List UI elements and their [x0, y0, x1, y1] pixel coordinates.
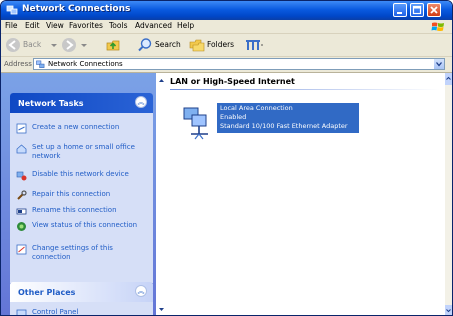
maximize-icon — [412, 5, 422, 15]
address-dropdown-button[interactable] — [434, 59, 444, 69]
menu-file[interactable]: File — [5, 21, 18, 30]
chevron-up-icon — [446, 76, 451, 80]
address-value: Network Connections — [48, 60, 123, 68]
folders-button-label[interactable]: Folders — [207, 40, 234, 49]
network-connections-icon — [36, 60, 45, 68]
task-label: Disable this network device — [32, 170, 129, 178]
search-button-label[interactable]: Search — [155, 40, 181, 49]
task-pane: Network Tasks ︽ Create a new connection … — [1, 73, 156, 316]
connection-status: Enabled — [220, 113, 247, 121]
disable-device-icon — [16, 171, 27, 181]
minimize-button[interactable] — [393, 3, 407, 17]
other-places-title: Other Places — [18, 288, 76, 297]
address-label: Address — [4, 60, 32, 68]
status-icon — [17, 222, 26, 231]
chevron-down-icon — [446, 309, 451, 313]
scroll-down-button[interactable] — [445, 305, 452, 315]
forward-arrow-icon[interactable] — [61, 37, 77, 53]
task-label: Rename this connection — [32, 206, 117, 214]
group-divider — [170, 89, 440, 90]
windows-logo-icon — [431, 22, 444, 31]
close-button[interactable] — [427, 3, 441, 17]
address-field[interactable]: Network Connections — [33, 58, 445, 70]
back-dropdown-icon[interactable] — [49, 37, 59, 53]
network-tasks-panel: Network Tasks ︽ Create a new connection … — [10, 93, 153, 283]
window-title: Network Connections — [22, 4, 131, 14]
menu-tools[interactable]: Tools — [109, 21, 127, 30]
menu-help[interactable]: Help — [177, 21, 194, 30]
back-button-label[interactable]: Back — [23, 40, 41, 49]
pane-scroll-up-icon[interactable] — [158, 77, 165, 84]
window: Network Connections File Edit View Favor… — [0, 0, 453, 316]
network-tasks-header[interactable]: Network Tasks ︽ — [10, 93, 153, 113]
network-connections-icon — [6, 5, 18, 15]
address-bar: Address Network Connections — [1, 57, 452, 73]
folders-icon[interactable] — [189, 37, 205, 53]
place-label: Control Panel — [32, 308, 79, 316]
menu-favorites[interactable]: Favorites — [69, 21, 103, 30]
network-tasks-title: Network Tasks — [18, 99, 84, 108]
connection-name: Local Area Connection — [220, 104, 293, 112]
connection-device: Standard 10/100 Fast Ethernet Adapter — [220, 122, 348, 130]
control-panel-icon — [16, 309, 27, 315]
new-connection-icon — [16, 123, 27, 134]
lan-connection-icon — [183, 107, 208, 140]
menu-edit[interactable]: Edit — [25, 21, 40, 30]
up-folder-icon[interactable] — [105, 37, 121, 53]
maximize-button[interactable] — [410, 3, 424, 17]
other-places-header[interactable]: Other Places ︽ — [10, 282, 153, 302]
menu-bar: File Edit View Favorites Tools Advanced … — [1, 20, 452, 34]
group-header: LAN or High-Speed Internet — [170, 77, 295, 86]
content-pane: LAN or High-Speed Internet Local Area Co… — [156, 73, 445, 315]
pane-scroll-down-icon[interactable] — [158, 306, 165, 313]
back-arrow-icon[interactable] — [5, 37, 21, 53]
task-label: Set up a home or small office network — [32, 143, 135, 160]
menu-view[interactable]: View — [46, 21, 64, 30]
vertical-scrollbar[interactable] — [445, 73, 452, 315]
repair-icon — [17, 190, 27, 200]
forward-dropdown-icon[interactable] — [79, 37, 89, 53]
views-icon[interactable] — [245, 37, 265, 53]
connection-item[interactable]: Local Area Connection Enabled Standard 1… — [180, 103, 359, 147]
toolbar: Back Search Folders — [1, 34, 452, 57]
scroll-up-button[interactable] — [445, 73, 452, 85]
minimize-icon — [397, 12, 402, 14]
collapse-icon[interactable]: ︽ — [135, 96, 147, 108]
task-label: Repair this connection — [32, 190, 111, 198]
settings-icon — [16, 244, 27, 255]
connection-selection[interactable]: Local Area Connection Enabled Standard 1… — [217, 103, 359, 133]
home-network-icon — [16, 144, 27, 154]
other-places-panel: Other Places ︽ Control Panel — [10, 282, 153, 316]
menu-advanced[interactable]: Advanced — [135, 21, 172, 30]
task-label: View status of this connection — [32, 221, 138, 229]
search-icon[interactable] — [137, 37, 153, 53]
task-label: Change settings of this connection — [32, 244, 113, 261]
task-label: Create a new connection — [32, 123, 120, 131]
rename-icon — [16, 208, 27, 215]
title-bar[interactable]: Network Connections — [1, 1, 452, 20]
close-icon — [430, 6, 438, 14]
chevron-down-icon — [436, 62, 442, 67]
collapse-icon[interactable]: ︽ — [135, 285, 147, 297]
